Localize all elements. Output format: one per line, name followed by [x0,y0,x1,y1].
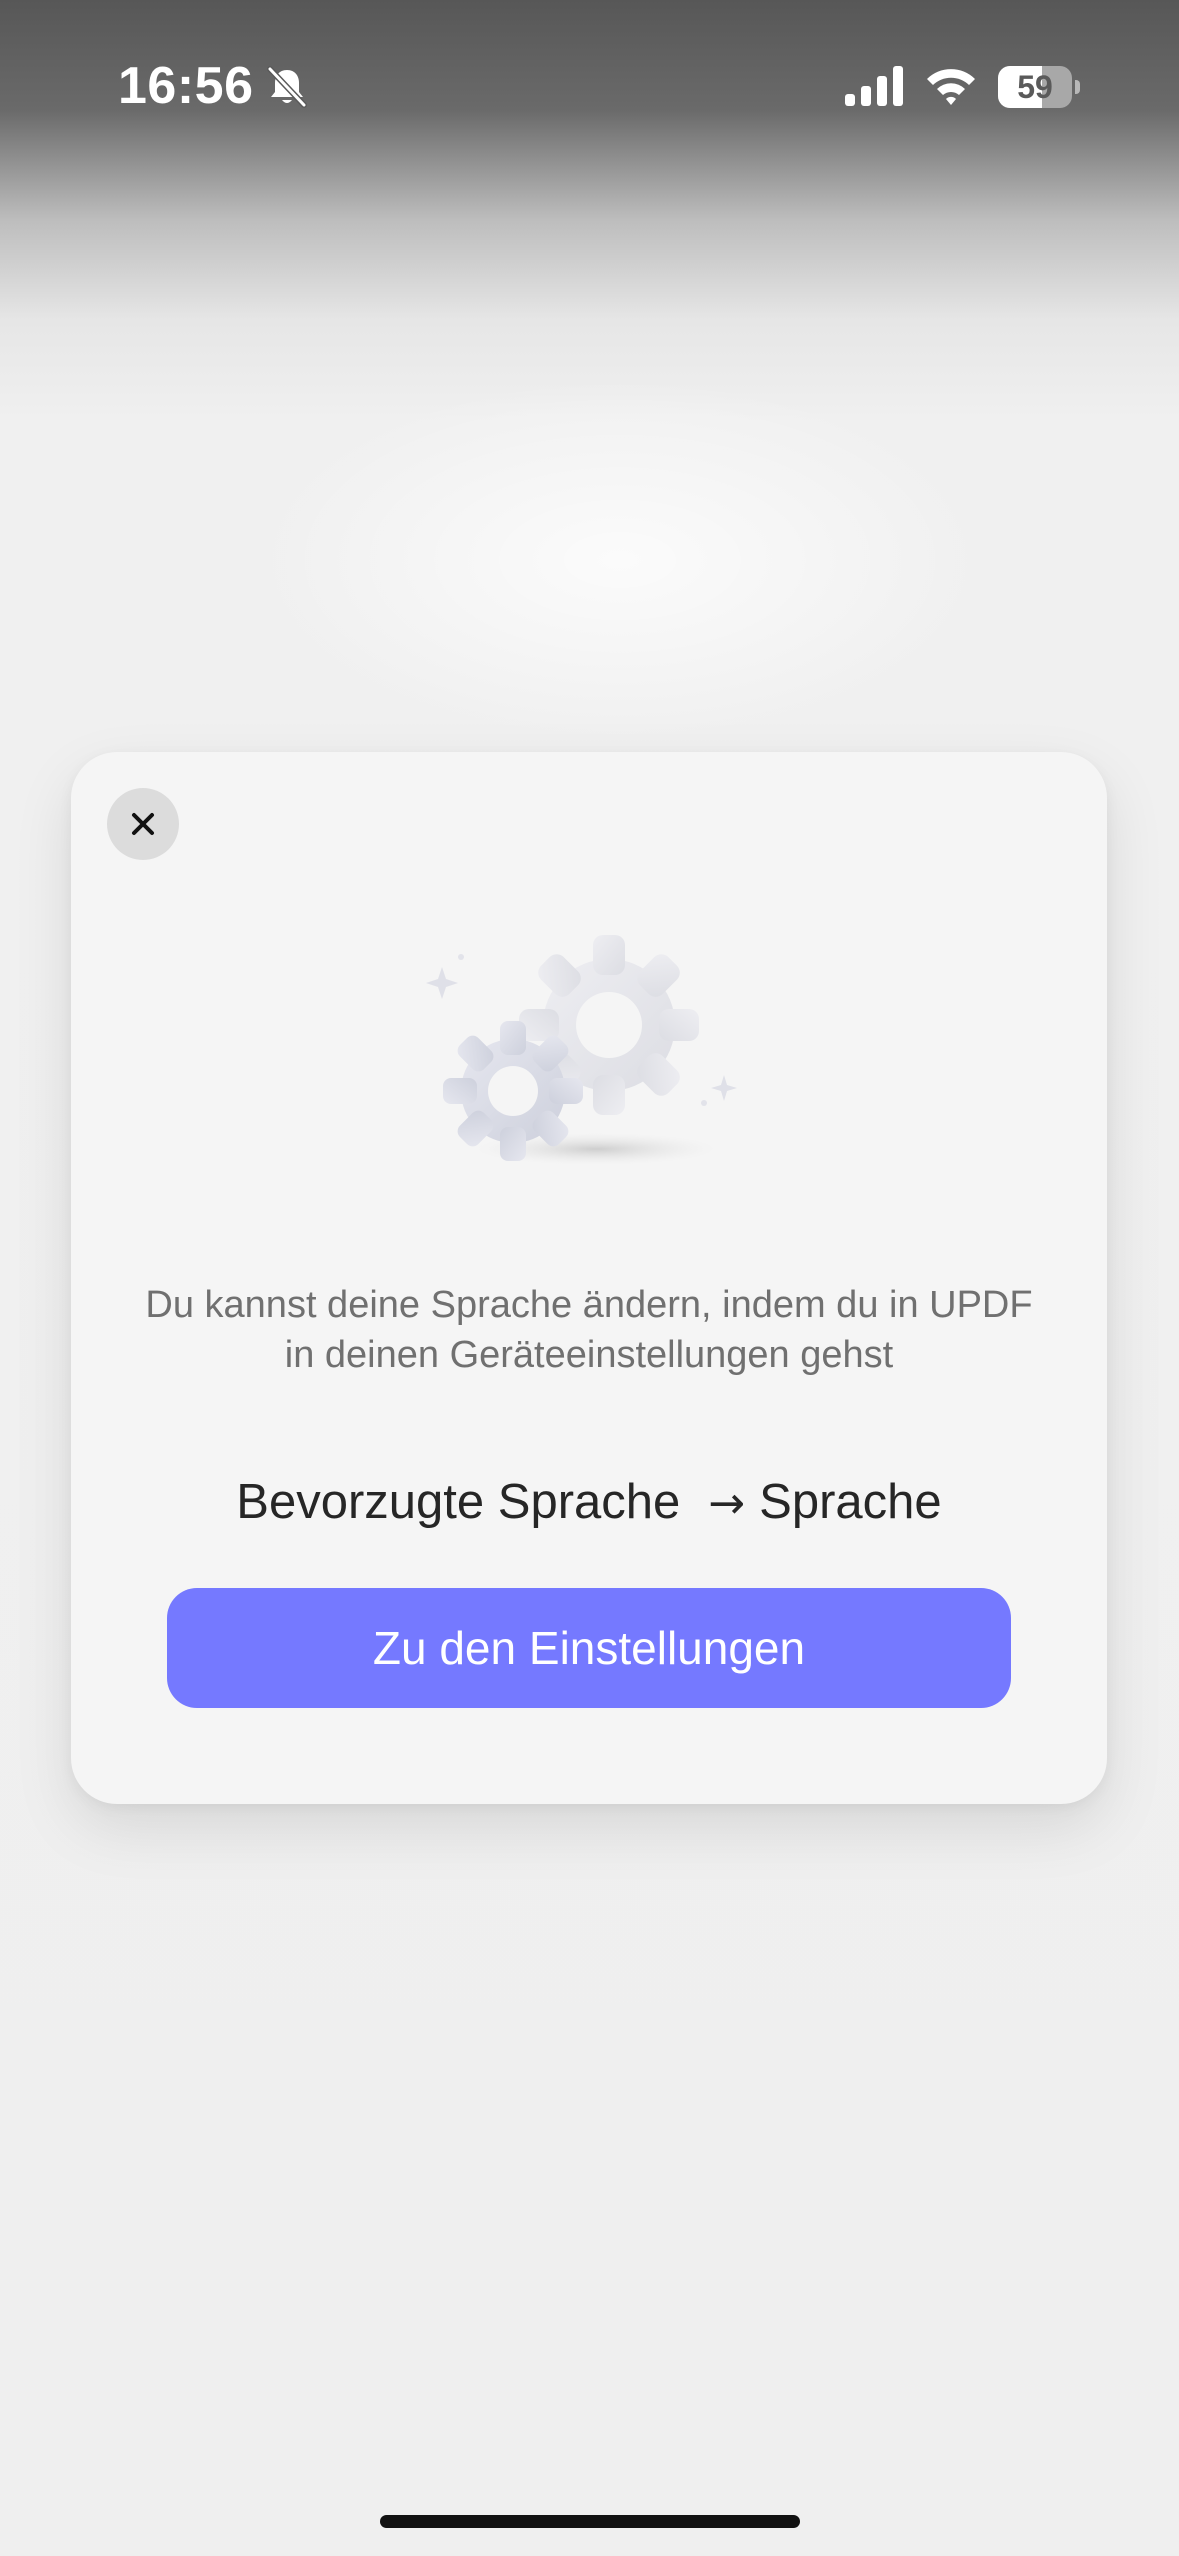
arrow-right-icon: → [708,1478,746,1529]
battery-tip [1075,80,1080,94]
home-indicator[interactable] [380,2515,800,2528]
battery-icon: 59 [998,66,1080,108]
battery-body: 59 [998,66,1072,108]
screen-background: 16:56 59 Du kannst deine Sprache ändern,… [0,0,1179,2556]
settings-path: Bevorzugte Sprache → Sprache [71,1474,1107,1530]
status-time: 16:56 [118,57,254,115]
bell-slash-icon [267,66,307,108]
go-to-settings-button[interactable]: Zu den Einstellungen [167,1588,1011,1708]
close-icon [132,813,154,835]
path-from-label: Bevorzugte Sprache [236,1475,681,1529]
close-button[interactable] [107,788,179,860]
cellular-signal-icon [845,66,903,106]
gears-icon [426,935,737,1165]
status-bar: 16:56 59 [0,0,1179,170]
wifi-icon [927,69,975,105]
path-to-label: Sprache [759,1475,942,1529]
language-hint-message: Du kannst deine Sprache ändern, indem du… [145,1284,1033,1376]
language-settings-dialog: Du kannst deine Sprache ändern, indem du… [71,752,1107,1804]
battery-percent: 59 [1017,69,1053,105]
